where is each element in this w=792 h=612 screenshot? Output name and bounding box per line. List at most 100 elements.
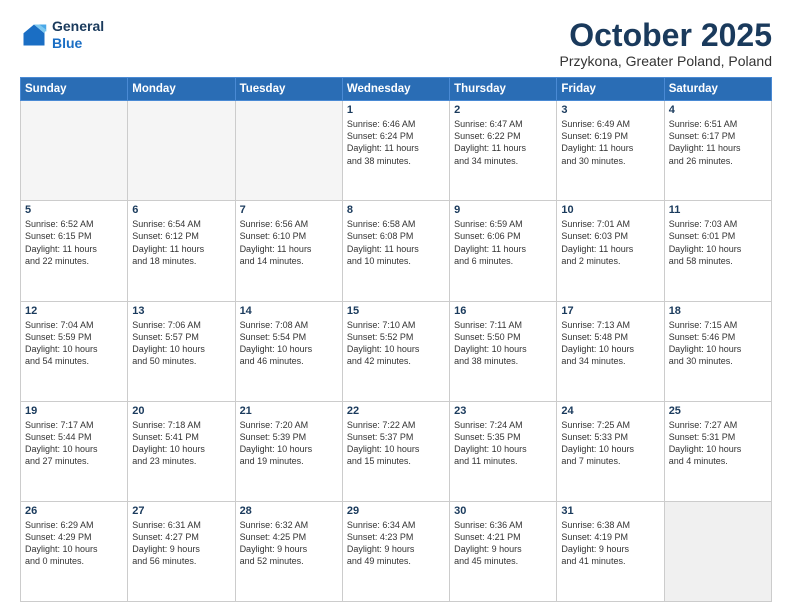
table-row: 25 Sunrise: 7:27 AM Sunset: 5:31 PM Dayli… xyxy=(664,401,771,501)
day-info: Sunrise: 7:27 AM Sunset: 5:31 PM Dayligh… xyxy=(669,419,767,468)
table-row xyxy=(664,501,771,601)
day-info: Sunrise: 7:03 AM Sunset: 6:01 PM Dayligh… xyxy=(669,218,767,267)
table-row: 8 Sunrise: 6:58 AM Sunset: 6:08 PM Daylig… xyxy=(342,201,449,301)
day-number: 27 xyxy=(132,505,230,517)
day-info: Sunrise: 7:22 AM Sunset: 5:37 PM Dayligh… xyxy=(347,419,445,468)
day-number: 18 xyxy=(669,305,767,317)
table-row: 3 Sunrise: 6:49 AM Sunset: 6:19 PM Daylig… xyxy=(557,101,664,201)
day-number: 29 xyxy=(347,505,445,517)
day-info: Sunrise: 7:15 AM Sunset: 5:46 PM Dayligh… xyxy=(669,319,767,368)
table-row: 9 Sunrise: 6:59 AM Sunset: 6:06 PM Daylig… xyxy=(450,201,557,301)
day-number: 25 xyxy=(669,405,767,417)
day-number: 24 xyxy=(561,405,659,417)
day-info: Sunrise: 7:01 AM Sunset: 6:03 PM Dayligh… xyxy=(561,218,659,267)
logo: General Blue xyxy=(20,18,104,52)
calendar-table: Sunday Monday Tuesday Wednesday Thursday… xyxy=(20,77,772,602)
month-year: October 2025 xyxy=(560,18,772,53)
day-info: Sunrise: 6:36 AM Sunset: 4:21 PM Dayligh… xyxy=(454,519,552,568)
title-block: October 2025 Przykona, Greater Poland, P… xyxy=(560,18,772,69)
day-number: 28 xyxy=(240,505,338,517)
day-info: Sunrise: 7:25 AM Sunset: 5:33 PM Dayligh… xyxy=(561,419,659,468)
day-info: Sunrise: 6:54 AM Sunset: 6:12 PM Dayligh… xyxy=(132,218,230,267)
table-row: 6 Sunrise: 6:54 AM Sunset: 6:12 PM Daylig… xyxy=(128,201,235,301)
table-row: 31Sunrise: 6:38 AM Sunset: 4:19 PM Dayli… xyxy=(557,501,664,601)
table-row: 24 Sunrise: 7:25 AM Sunset: 5:33 PM Dayli… xyxy=(557,401,664,501)
day-info: Sunrise: 6:49 AM Sunset: 6:19 PM Dayligh… xyxy=(561,118,659,167)
day-info: Sunrise: 6:51 AM Sunset: 6:17 PM Dayligh… xyxy=(669,118,767,167)
day-info: Sunrise: 7:11 AM Sunset: 5:50 PM Dayligh… xyxy=(454,319,552,368)
table-row: 7 Sunrise: 6:56 AM Sunset: 6:10 PM Daylig… xyxy=(235,201,342,301)
day-number: 26 xyxy=(25,505,123,517)
table-row: 5 Sunrise: 6:52 AM Sunset: 6:15 PM Daylig… xyxy=(21,201,128,301)
table-row: 15 Sunrise: 7:10 AM Sunset: 5:52 PM Dayli… xyxy=(342,301,449,401)
table-row: 21Sunrise: 7:20 AM Sunset: 5:39 PM Dayli… xyxy=(235,401,342,501)
day-info: Sunrise: 7:10 AM Sunset: 5:52 PM Dayligh… xyxy=(347,319,445,368)
calendar-week-row: 26 Sunrise: 6:29 AM Sunset: 4:29 PM Dayli… xyxy=(21,501,772,601)
page: General Blue October 2025 Przykona, Grea… xyxy=(0,0,792,612)
table-row: 13Sunrise: 7:06 AM Sunset: 5:57 PM Dayli… xyxy=(128,301,235,401)
day-info: Sunrise: 6:59 AM Sunset: 6:06 PM Dayligh… xyxy=(454,218,552,267)
day-info: Sunrise: 6:58 AM Sunset: 6:08 PM Dayligh… xyxy=(347,218,445,267)
day-number: 5 xyxy=(25,204,123,216)
col-sunday: Sunday xyxy=(21,78,128,101)
day-number: 15 xyxy=(347,305,445,317)
calendar-header-row: Sunday Monday Tuesday Wednesday Thursday… xyxy=(21,78,772,101)
table-row: 17 Sunrise: 7:13 AM Sunset: 5:48 PM Dayli… xyxy=(557,301,664,401)
col-wednesday: Wednesday xyxy=(342,78,449,101)
day-info: Sunrise: 7:13 AM Sunset: 5:48 PM Dayligh… xyxy=(561,319,659,368)
table-row: 10 Sunrise: 7:01 AM Sunset: 6:03 PM Dayli… xyxy=(557,201,664,301)
day-info: Sunrise: 6:52 AM Sunset: 6:15 PM Dayligh… xyxy=(25,218,123,267)
day-info: Sunrise: 6:34 AM Sunset: 4:23 PM Dayligh… xyxy=(347,519,445,568)
day-info: Sunrise: 6:47 AM Sunset: 6:22 PM Dayligh… xyxy=(454,118,552,167)
table-row xyxy=(128,101,235,201)
day-info: Sunrise: 7:08 AM Sunset: 5:54 PM Dayligh… xyxy=(240,319,338,368)
logo-icon xyxy=(20,21,48,49)
day-number: 10 xyxy=(561,204,659,216)
day-number: 22 xyxy=(347,405,445,417)
table-row: 12 Sunrise: 7:04 AM Sunset: 5:59 PM Dayli… xyxy=(21,301,128,401)
table-row: 28 Sunrise: 6:32 AM Sunset: 4:25 PM Dayli… xyxy=(235,501,342,601)
table-row xyxy=(235,101,342,201)
day-number: 21 xyxy=(240,405,338,417)
day-number: 20 xyxy=(132,405,230,417)
day-info: Sunrise: 6:32 AM Sunset: 4:25 PM Dayligh… xyxy=(240,519,338,568)
day-number: 17 xyxy=(561,305,659,317)
table-row: 27 Sunrise: 6:31 AM Sunset: 4:27 PM Dayli… xyxy=(128,501,235,601)
day-number: 9 xyxy=(454,204,552,216)
calendar-week-row: 5 Sunrise: 6:52 AM Sunset: 6:15 PM Daylig… xyxy=(21,201,772,301)
day-number: 19 xyxy=(25,405,123,417)
day-number: 1 xyxy=(347,104,445,116)
day-number: 11 xyxy=(669,204,767,216)
header: General Blue October 2025 Przykona, Grea… xyxy=(20,18,772,69)
day-number: 3 xyxy=(561,104,659,116)
day-info: Sunrise: 6:56 AM Sunset: 6:10 PM Dayligh… xyxy=(240,218,338,267)
col-tuesday: Tuesday xyxy=(235,78,342,101)
day-info: Sunrise: 7:06 AM Sunset: 5:57 PM Dayligh… xyxy=(132,319,230,368)
day-number: 23 xyxy=(454,405,552,417)
calendar-week-row: 19 Sunrise: 7:17 AM Sunset: 5:44 PM Dayli… xyxy=(21,401,772,501)
day-info: Sunrise: 6:38 AM Sunset: 4:19 PM Dayligh… xyxy=(561,519,659,568)
table-row: 23 Sunrise: 7:24 AM Sunset: 5:35 PM Dayli… xyxy=(450,401,557,501)
table-row: 26 Sunrise: 6:29 AM Sunset: 4:29 PM Dayli… xyxy=(21,501,128,601)
day-number: 16 xyxy=(454,305,552,317)
day-number: 12 xyxy=(25,305,123,317)
day-number: 8 xyxy=(347,204,445,216)
day-info: Sunrise: 7:04 AM Sunset: 5:59 PM Dayligh… xyxy=(25,319,123,368)
col-friday: Friday xyxy=(557,78,664,101)
table-row: 20Sunrise: 7:18 AM Sunset: 5:41 PM Dayli… xyxy=(128,401,235,501)
day-number: 7 xyxy=(240,204,338,216)
day-info: Sunrise: 6:29 AM Sunset: 4:29 PM Dayligh… xyxy=(25,519,123,568)
col-saturday: Saturday xyxy=(664,78,771,101)
day-info: Sunrise: 6:46 AM Sunset: 6:24 PM Dayligh… xyxy=(347,118,445,167)
day-info: Sunrise: 6:31 AM Sunset: 4:27 PM Dayligh… xyxy=(132,519,230,568)
day-info: Sunrise: 7:24 AM Sunset: 5:35 PM Dayligh… xyxy=(454,419,552,468)
table-row: 29 Sunrise: 6:34 AM Sunset: 4:23 PM Dayli… xyxy=(342,501,449,601)
day-number: 6 xyxy=(132,204,230,216)
table-row: 2 Sunrise: 6:47 AM Sunset: 6:22 PM Daylig… xyxy=(450,101,557,201)
table-row: 30Sunrise: 6:36 AM Sunset: 4:21 PM Dayli… xyxy=(450,501,557,601)
table-row: 22 Sunrise: 7:22 AM Sunset: 5:37 PM Dayli… xyxy=(342,401,449,501)
location: Przykona, Greater Poland, Poland xyxy=(560,53,772,69)
table-row: 16 Sunrise: 7:11 AM Sunset: 5:50 PM Dayli… xyxy=(450,301,557,401)
day-number: 2 xyxy=(454,104,552,116)
day-info: Sunrise: 7:17 AM Sunset: 5:44 PM Dayligh… xyxy=(25,419,123,468)
